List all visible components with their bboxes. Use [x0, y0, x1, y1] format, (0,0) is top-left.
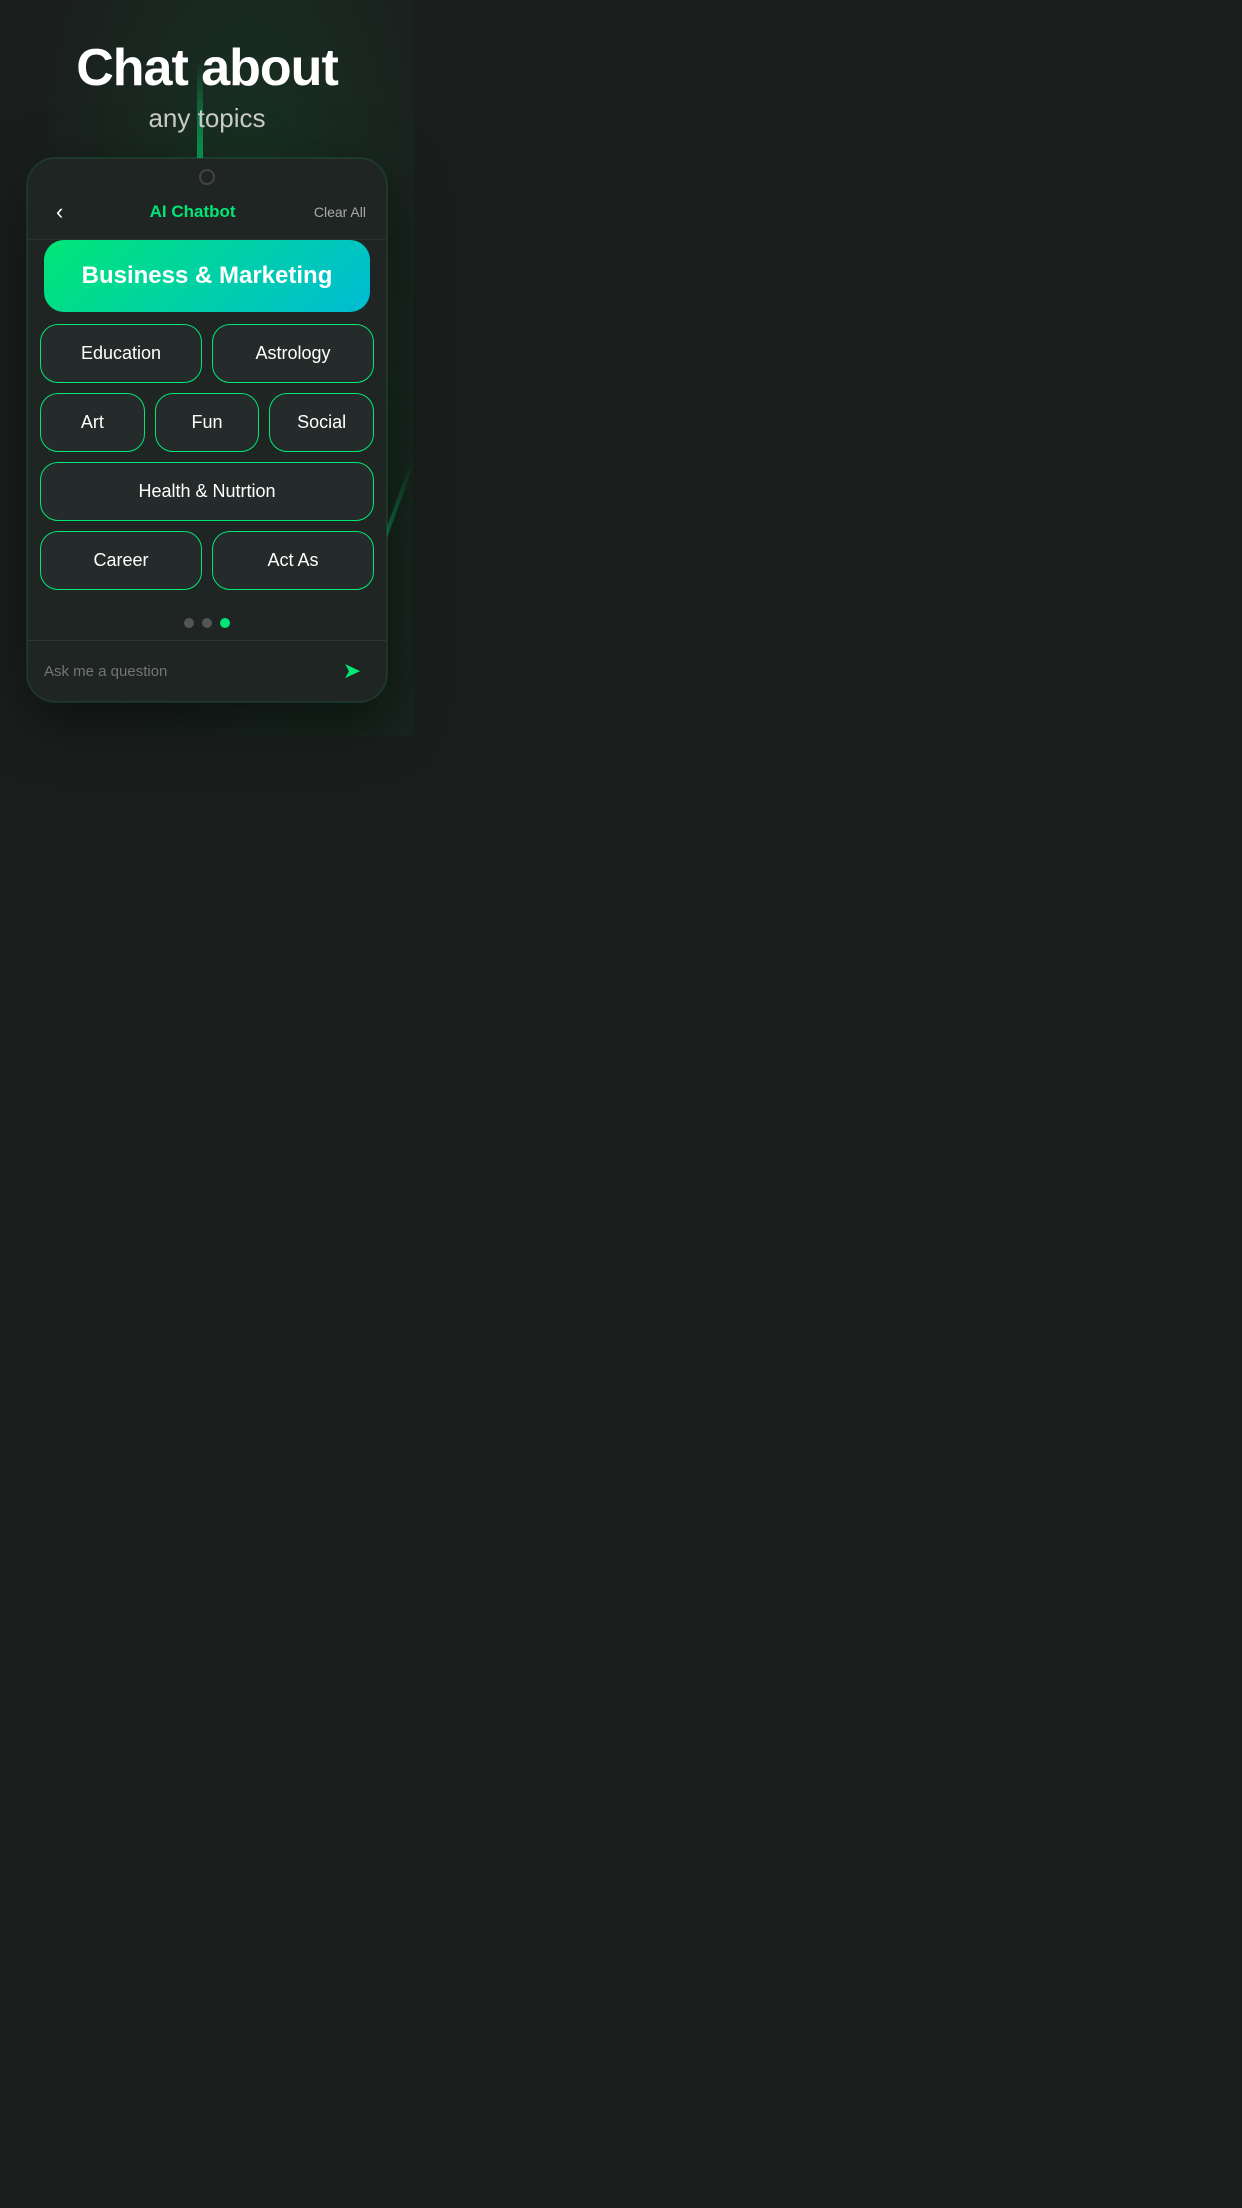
topics-container: Education Astrology Art Fun Social	[28, 324, 386, 608]
topic-fun[interactable]: Fun	[155, 393, 260, 452]
topic-health-label: Health & Nutrtion	[138, 481, 275, 501]
send-button[interactable]: ➤	[334, 653, 370, 689]
phone-mockup: ‹ AI Chatbot Clear All Business & Market…	[27, 158, 387, 702]
topic-act-as[interactable]: Act As	[212, 531, 374, 590]
topic-act-as-label: Act As	[267, 550, 318, 570]
notch-bar	[48, 169, 366, 185]
phone-header: ‹ AI Chatbot Clear All	[28, 159, 386, 240]
input-area: ➤	[28, 640, 386, 701]
topic-education[interactable]: Education	[40, 324, 202, 383]
dot-3[interactable]	[220, 618, 230, 628]
topic-social[interactable]: Social	[269, 393, 374, 452]
page-title: Chat about	[76, 40, 338, 97]
dots-indicator	[28, 608, 386, 640]
topic-social-label: Social	[297, 412, 346, 432]
page-subtitle: any topics	[148, 103, 265, 134]
chat-input[interactable]	[44, 663, 324, 680]
clear-all-button[interactable]: Clear All	[314, 204, 366, 220]
dot-2[interactable]	[202, 618, 212, 628]
topic-astrology[interactable]: Astrology	[212, 324, 374, 383]
back-button[interactable]: ‹	[48, 195, 71, 229]
topic-career-label: Career	[93, 550, 148, 570]
phone-nav: ‹ AI Chatbot Clear All	[48, 193, 366, 231]
topic-fun-label: Fun	[191, 412, 222, 432]
topics-row-3: Health & Nutrtion	[40, 462, 374, 521]
dot-1[interactable]	[184, 618, 194, 628]
topic-astrology-label: Astrology	[255, 343, 330, 363]
topic-career[interactable]: Career	[40, 531, 202, 590]
send-icon: ➤	[343, 658, 361, 684]
featured-topic-button[interactable]: Business & Marketing	[44, 240, 370, 312]
topics-row-4: Career Act As	[40, 531, 374, 590]
topic-education-label: Education	[81, 343, 161, 363]
main-content: Chat about any topics ‹ AI Chatbot Clear…	[0, 0, 414, 722]
notch-circle	[199, 169, 215, 185]
topics-row-1: Education Astrology	[40, 324, 374, 383]
topic-art[interactable]: Art	[40, 393, 145, 452]
topics-row-2: Art Fun Social	[40, 393, 374, 452]
featured-topic-label: Business & Marketing	[82, 262, 333, 289]
topic-health[interactable]: Health & Nutrtion	[40, 462, 374, 521]
nav-title: AI Chatbot	[150, 202, 236, 222]
topic-art-label: Art	[81, 412, 104, 432]
